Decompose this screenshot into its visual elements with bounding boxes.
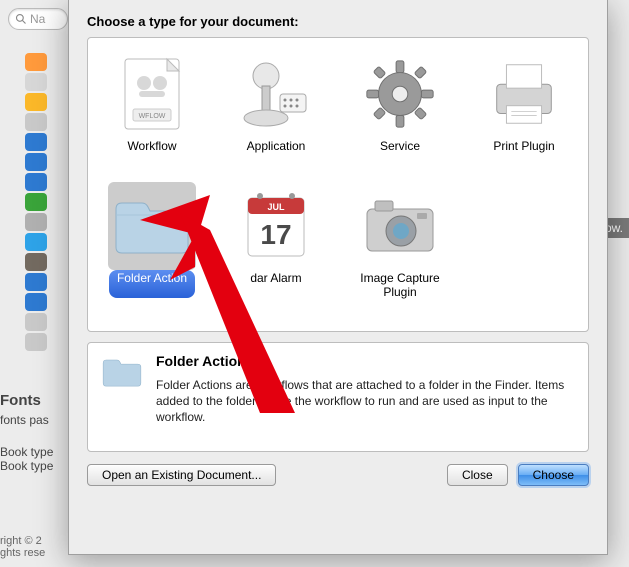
dock-item[interactable] xyxy=(25,173,47,191)
dock-item[interactable] xyxy=(25,153,47,171)
open-existing-button[interactable]: Open an Existing Document... xyxy=(87,464,276,486)
svg-text:JUL: JUL xyxy=(267,202,285,212)
print-plugin-icon xyxy=(480,50,568,138)
type-grid-container: WFLOW Workflow xyxy=(87,37,589,332)
type-application[interactable]: Application xyxy=(216,44,336,172)
dock-item[interactable] xyxy=(25,273,47,291)
type-label: dar Alarm xyxy=(242,270,309,298)
document-type-dialog: Choose a type for your document: WFLOW xyxy=(68,0,608,555)
choose-button[interactable]: Choose xyxy=(518,464,589,486)
type-image-capture-plugin[interactable]: Image Capture Plugin xyxy=(340,176,460,307)
service-icon xyxy=(356,50,444,138)
description-heading: Folder Action xyxy=(156,353,576,369)
search-icon xyxy=(15,13,27,25)
image-capture-plugin-icon xyxy=(356,182,444,270)
type-label: Application xyxy=(239,138,314,166)
close-button[interactable]: Close xyxy=(447,464,508,486)
dock-item[interactable] xyxy=(25,293,47,311)
type-service[interactable]: Service xyxy=(340,44,460,172)
workflow-icon: WFLOW xyxy=(108,50,196,138)
dock-item[interactable] xyxy=(25,253,47,271)
type-label: Service xyxy=(372,138,428,166)
type-calendar-alarm[interactable]: JUL 17 dar Alarm xyxy=(216,176,336,307)
fonts-heading: Fonts xyxy=(0,392,53,409)
dialog-title: Choose a type for your document: xyxy=(87,14,589,29)
search-placeholder: Na xyxy=(30,12,45,26)
dialog-button-row: Open an Existing Document... Close Choos… xyxy=(87,464,589,486)
type-workflow[interactable]: WFLOW Workflow xyxy=(92,44,212,172)
type-label: Workflow xyxy=(119,138,184,166)
type-description-panel: Folder Action Folder Actions are workflo… xyxy=(87,342,589,452)
dock-item[interactable] xyxy=(25,233,47,251)
dock-item[interactable] xyxy=(25,333,47,351)
type-description-text: Folder Action Folder Actions are workflo… xyxy=(156,353,576,441)
type-grid: WFLOW Workflow xyxy=(92,44,584,307)
fonts-text: fonts pas xyxy=(0,413,53,427)
app-sidebar xyxy=(25,53,49,351)
fonts-text: Book type xyxy=(0,459,53,473)
type-label: Image Capture Plugin xyxy=(342,270,458,301)
application-icon xyxy=(232,50,320,138)
type-print-plugin[interactable]: Print Plugin xyxy=(464,44,584,172)
dock-item[interactable] xyxy=(25,93,47,111)
dock-item[interactable] xyxy=(25,73,47,91)
type-label: Print Plugin xyxy=(485,138,562,166)
type-folder-action[interactable]: Folder Action xyxy=(92,176,212,307)
folder-action-icon xyxy=(100,353,144,397)
folder-action-icon xyxy=(108,182,196,270)
dock-item[interactable] xyxy=(25,313,47,331)
bg-fonts-panel: Fonts fonts pas Book type Book type xyxy=(0,392,53,473)
bg-footer-text: right © 2 ghts rese xyxy=(0,535,45,559)
dock-item[interactable] xyxy=(25,113,47,131)
svg-text:17: 17 xyxy=(260,219,291,250)
type-label: Folder Action xyxy=(109,270,195,298)
dock-item[interactable] xyxy=(25,133,47,151)
dock-item[interactable] xyxy=(25,193,47,211)
description-body: Folder Actions are workflows that are at… xyxy=(156,377,576,426)
svg-text:WFLOW: WFLOW xyxy=(139,113,166,120)
fonts-text: Book type xyxy=(0,445,53,459)
search-field[interactable]: Na xyxy=(8,8,68,30)
dock-item[interactable] xyxy=(25,53,47,71)
dock-item[interactable] xyxy=(25,213,47,231)
calendar-alarm-icon: JUL 17 xyxy=(232,182,320,270)
